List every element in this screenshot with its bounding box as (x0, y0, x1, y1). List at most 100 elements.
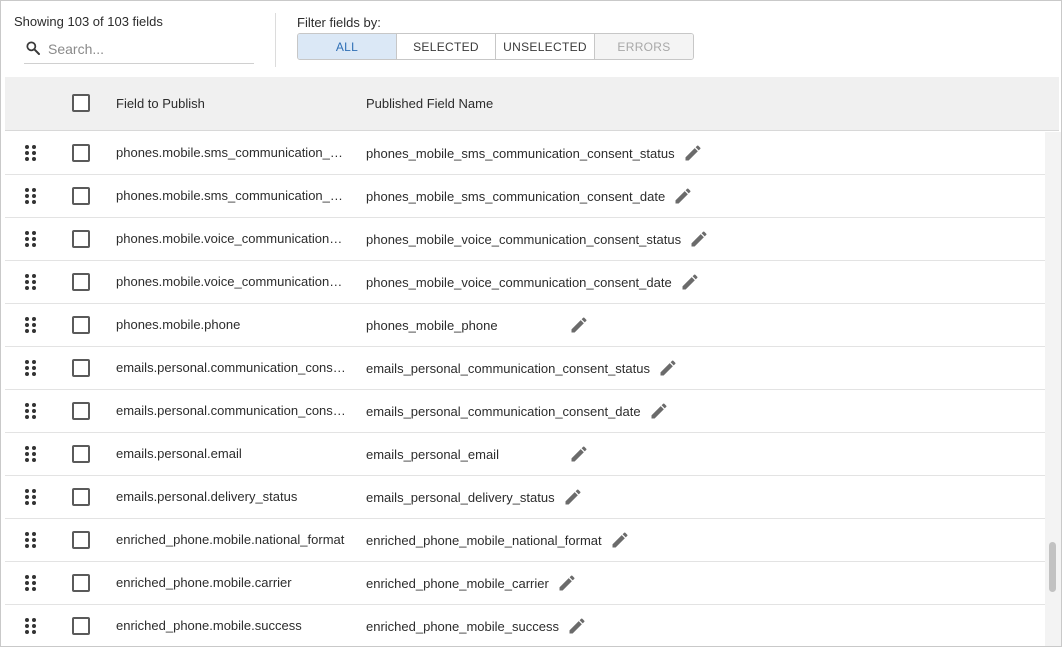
pencil-icon[interactable] (610, 530, 630, 550)
filter-segmented-control: ALL SELECTED UNSELECTED ERRORS (297, 33, 694, 60)
published-field-name-cell: phones_mobile_voice_communication_consen… (366, 271, 700, 293)
published-field-name: emails_personal_communication_consent_st… (366, 360, 650, 376)
pencil-icon[interactable] (563, 487, 583, 507)
table-row: phones.mobile.sms_communication_consent_… (5, 132, 1045, 175)
published-field-name-cell: enriched_phone_mobile_carrier (366, 572, 577, 594)
table-row: emails.personal.communication_consent_st… (5, 347, 1045, 390)
row-checkbox[interactable] (72, 187, 90, 205)
table-body: phones.mobile.sms_communication_consent_… (5, 132, 1045, 646)
field-to-publish-cell: emails.personal.email (116, 446, 242, 461)
drag-handle-icon[interactable] (25, 231, 37, 247)
drag-handle-icon[interactable] (25, 618, 37, 634)
search-input[interactable] (48, 38, 248, 60)
select-all-checkbox[interactable] (72, 94, 90, 112)
table-row: phones.mobile.phone phones_mobile_phone (5, 304, 1045, 347)
field-to-publish-cell: enriched_phone.mobile.carrier (116, 575, 292, 590)
published-field-name-cell: phones_mobile_voice_communication_consen… (366, 228, 709, 250)
published-field-name-cell: enriched_phone_mobile_success (366, 615, 587, 637)
drag-handle-icon[interactable] (25, 145, 37, 161)
published-field-name-cell: phones_mobile_sms_communication_consent_… (366, 185, 693, 207)
field-to-publish-cell: phones.mobile.sms_communication_consent_… (116, 145, 348, 160)
published-field-name: enriched_phone_mobile_success (366, 618, 559, 634)
published-field-name: emails_personal_delivery_status (366, 489, 555, 505)
published-field-name: phones_mobile_sms_communication_consent_… (366, 145, 675, 161)
field-count: Showing 103 of 103 fields (14, 14, 163, 29)
row-checkbox[interactable] (72, 273, 90, 291)
published-field-name: phones_mobile_phone (366, 317, 498, 333)
row-checkbox[interactable] (72, 574, 90, 592)
published-field-name: enriched_phone_mobile_carrier (366, 575, 549, 591)
field-to-publish-cell: enriched_phone.mobile.success (116, 618, 302, 633)
published-field-name-cell: emails_personal_communication_consent_da… (366, 400, 669, 422)
pencil-icon[interactable] (569, 315, 589, 335)
pencil-icon[interactable] (569, 444, 589, 464)
drag-handle-icon[interactable] (25, 489, 37, 505)
table-row: enriched_phone.mobile.carrier enriched_ph… (5, 562, 1045, 605)
field-to-publish-cell: phones.mobile.sms_communication_consent_… (116, 188, 348, 203)
field-to-publish-cell: phones.mobile.voice_communication_consen… (116, 231, 348, 246)
field-to-publish-cell: phones.mobile.phone (116, 317, 241, 332)
pencil-icon[interactable] (658, 358, 678, 378)
field-to-publish-cell: emails.personal.delivery_status (116, 489, 298, 504)
filter-selected-button[interactable]: SELECTED (397, 34, 496, 59)
pencil-icon[interactable] (680, 272, 700, 292)
column-header-field-to-publish: Field to Publish (116, 96, 205, 111)
drag-handle-icon[interactable] (25, 446, 37, 462)
pencil-icon[interactable] (673, 186, 693, 206)
published-field-name-cell: emails_personal_email (366, 443, 587, 465)
table-row: emails.personal.email emails_personal_ema… (5, 433, 1045, 476)
drag-handle-icon[interactable] (25, 188, 37, 204)
filter-errors-button[interactable]: ERRORS (595, 34, 693, 59)
pencil-icon[interactable] (567, 616, 587, 636)
drag-handle-icon[interactable] (25, 532, 37, 548)
published-field-name: enriched_phone_mobile_national_format (366, 532, 602, 548)
row-checkbox[interactable] (72, 316, 90, 334)
field-to-publish-cell: emails.personal.communication_consent_da… (116, 403, 348, 418)
filter-all-button[interactable]: ALL (298, 34, 397, 59)
drag-handle-icon[interactable] (25, 360, 37, 376)
column-header-published-field-name: Published Field Name (366, 96, 494, 111)
table-row: emails.personal.communication_consent_da… (5, 390, 1045, 433)
table-row: enriched_phone.mobile.success enriched_ph… (5, 605, 1045, 646)
published-field-name: phones_mobile_sms_communication_consent_… (366, 188, 666, 204)
drag-handle-icon[interactable] (25, 575, 37, 591)
drag-handle-icon[interactable] (25, 274, 37, 290)
pencil-icon[interactable] (557, 573, 577, 593)
table-row: phones.mobile.sms_communication_consent_… (5, 175, 1045, 218)
pencil-icon[interactable] (689, 229, 709, 249)
field-to-publish-cell: emails.personal.communication_consent_st… (116, 360, 348, 375)
published-field-name: phones_mobile_voice_communication_consen… (366, 274, 672, 290)
published-field-name-cell: phones_mobile_phone (366, 314, 587, 336)
published-field-name-cell: emails_personal_communication_consent_st… (366, 357, 678, 379)
row-checkbox[interactable] (72, 144, 90, 162)
field-to-publish-cell: enriched_phone.mobile.national_format (116, 532, 345, 547)
vertical-scrollbar[interactable] (1045, 132, 1061, 646)
pencil-icon[interactable] (649, 401, 669, 421)
toolbar-divider (275, 13, 276, 67)
published-field-name-cell: enriched_phone_mobile_national_format (366, 529, 630, 551)
published-field-name: emails_personal_email (366, 446, 499, 462)
table-row: enriched_phone.mobile.national_format enr… (5, 519, 1045, 562)
field-to-publish-cell: phones.mobile.voice_communication_consen… (116, 274, 348, 289)
search-box[interactable] (24, 36, 254, 64)
row-checkbox[interactable] (72, 445, 90, 463)
row-checkbox[interactable] (72, 488, 90, 506)
scrollbar-thumb[interactable] (1049, 542, 1056, 592)
fields-panel: Showing 103 of 103 fields Filter fields … (0, 0, 1062, 647)
row-checkbox[interactable] (72, 617, 90, 635)
published-field-name: phones_mobile_voice_communication_consen… (366, 231, 682, 247)
row-checkbox[interactable] (72, 531, 90, 549)
published-field-name: emails_personal_communication_consent_da… (366, 403, 641, 419)
filter-label: Filter fields by: (297, 15, 381, 30)
pencil-icon[interactable] (683, 143, 703, 163)
filter-unselected-button[interactable]: UNSELECTED (496, 34, 595, 59)
row-checkbox[interactable] (72, 359, 90, 377)
table-row: phones.mobile.voice_communication_consen… (5, 261, 1045, 304)
row-checkbox[interactable] (72, 402, 90, 420)
row-checkbox[interactable] (72, 230, 90, 248)
drag-handle-icon[interactable] (25, 403, 37, 419)
published-field-name-cell: emails_personal_delivery_status (366, 486, 583, 508)
drag-handle-icon[interactable] (25, 317, 37, 333)
toolbar: Showing 103 of 103 fields Filter fields … (1, 1, 1061, 77)
table-header: Field to Publish Published Field Name (5, 77, 1059, 131)
